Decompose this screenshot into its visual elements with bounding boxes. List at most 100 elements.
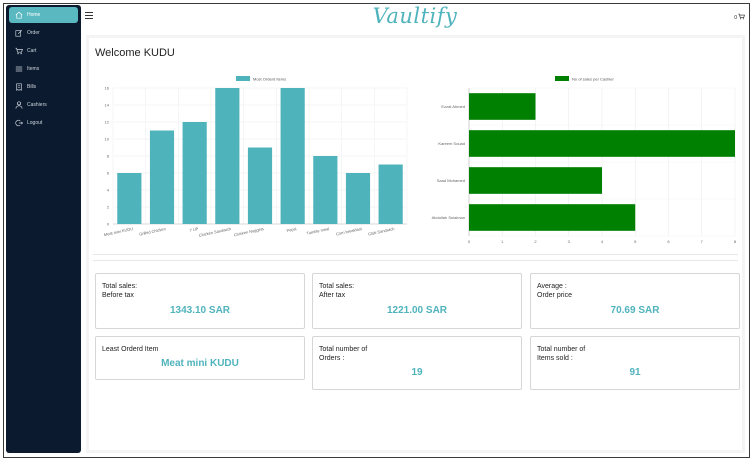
stat-value: Meat mini KUDU xyxy=(161,358,239,369)
x-tick-label: Club Sandwich xyxy=(368,226,395,236)
sidebar-item-label: Home xyxy=(27,12,41,18)
top-bar: Vaultify 0 xyxy=(81,4,749,31)
sidebar-nav: Home Order Cart Items Bills Cashiers Logout xyxy=(6,7,81,131)
sales-per-cashier-chart: No of sales per Cashier 0 1 2 3 4 5 6 7 8 Ezzat Ah… xyxy=(432,76,737,244)
cart-indicator[interactable]: 0 xyxy=(734,13,745,22)
stat-card-sales-after-tax: Total sales: After tax 1221.00 SAR xyxy=(312,273,522,329)
app-logo: Vaultify xyxy=(372,4,458,28)
chart-legend: No of sales per Cashier xyxy=(555,76,614,82)
bar xyxy=(280,88,305,224)
legend-swatch xyxy=(555,76,569,81)
x-tick-label: 8 xyxy=(734,239,737,244)
stat-value: 1221.00 SAR xyxy=(386,305,448,316)
cart-icon xyxy=(738,13,745,22)
y-tick-label: Ezzat Ahmed xyxy=(441,104,465,109)
x-tick-label: 0 xyxy=(468,239,471,244)
dashboard-card: Welcome KUDU Most Orderd Items 0 2 4 6 8 10 12 1… xyxy=(89,38,742,450)
legend-swatch xyxy=(236,76,250,81)
y-tick-label: Kareem Souad xyxy=(438,141,465,146)
x-tick-label: Chicken Nuggets xyxy=(233,226,264,237)
y-tick-label: 4 xyxy=(107,188,110,193)
stat-card-average-order-price: Average : Order price 70.69 SAR xyxy=(530,273,740,329)
stat-card-sales-before-tax: Total sales: Before tax 1343.10 SAR xyxy=(95,273,305,329)
stat-label: Least Orderd Item xyxy=(102,346,159,353)
sidebar-item-label: Cashiers xyxy=(27,102,47,108)
main-content: Welcome KUDU Most Orderd Items 0 2 4 6 8 10 12 1… xyxy=(86,35,745,453)
x-tick-label: 4 xyxy=(601,239,604,244)
x-tick-label: Corn breakfast xyxy=(336,226,364,237)
x-tick-label: Tumble meal xyxy=(306,226,330,236)
sidebar-item-logout[interactable]: Logout xyxy=(9,115,78,131)
bar xyxy=(117,173,142,224)
x-tick-label: 7 xyxy=(701,239,704,244)
y-tick-label: 0 xyxy=(107,222,110,227)
stat-label: Total sales: After tax xyxy=(319,283,355,299)
app-window: Home Order Cart Items Bills Cashiers Logout Va… xyxy=(3,3,750,458)
bar xyxy=(313,156,338,224)
x-tick-label: Grilled Chicken xyxy=(139,226,167,237)
stat-label: Total number of Items sold : xyxy=(537,346,586,362)
y-tick-label: 2 xyxy=(107,205,110,210)
bar xyxy=(378,164,403,224)
x-tick-label: 7 UP xyxy=(189,226,199,233)
sidebar-item-label: Logout xyxy=(27,120,43,126)
bar xyxy=(469,204,636,231)
y-tick-label: 12 xyxy=(105,120,110,125)
sidebar-item-bills[interactable]: Bills xyxy=(9,79,78,95)
bar xyxy=(469,130,735,157)
stat-card-least-ordered-item: Least Orderd Item Meat mini KUDU xyxy=(95,336,305,380)
x-tick-label: 5 xyxy=(634,239,637,244)
sidebar-item-label: Cart xyxy=(27,48,37,54)
cart-count: 0 xyxy=(734,14,737,21)
sidebar-item-label: Order xyxy=(27,30,40,36)
chart-legend: Most Orderd Items xyxy=(236,76,286,82)
sidebar-item-cashiers[interactable]: Cashiers xyxy=(9,97,78,113)
bar xyxy=(469,167,602,194)
legend-label: Most Orderd Items xyxy=(253,77,286,82)
divider xyxy=(93,254,738,255)
y-tick-label: 8 xyxy=(107,154,110,159)
y-tick-label: 6 xyxy=(107,171,110,176)
list-icon xyxy=(14,65,23,74)
stat-label: Average : Order price xyxy=(537,283,573,299)
bar xyxy=(149,130,175,224)
sidebar-item-order[interactable]: Order xyxy=(9,25,78,41)
cart-icon xyxy=(14,47,23,56)
y-tick-label: 16 xyxy=(105,86,110,91)
bar xyxy=(215,88,240,224)
stat-value: 91 xyxy=(629,367,641,378)
x-tick-label: Chicken Sandwich xyxy=(198,226,231,238)
x-tick-label: 2 xyxy=(534,239,537,244)
sidebar-item-cart[interactable]: Cart xyxy=(9,43,78,59)
stat-value: 19 xyxy=(411,367,423,378)
sidebar-item-label: Items xyxy=(27,66,40,72)
bar xyxy=(345,173,371,224)
x-tick-label: 1 xyxy=(501,239,504,244)
home-icon xyxy=(14,11,23,20)
x-tick-label: 6 xyxy=(667,239,670,244)
divider xyxy=(93,260,738,261)
sidebar-item-items[interactable]: Items xyxy=(9,61,78,77)
receipt-icon xyxy=(14,83,23,92)
bar xyxy=(247,147,273,224)
legend-label: No of sales per Cashier xyxy=(572,77,614,82)
sidebar-item-home[interactable]: Home xyxy=(9,7,78,23)
stat-value: 70.69 SAR xyxy=(610,305,660,316)
stat-card-items-sold: Total number of Items sold : 91 xyxy=(530,336,740,390)
x-tick-label: 3 xyxy=(568,239,571,244)
stat-label: Total sales: Before tax xyxy=(102,283,138,299)
y-tick-label: Saad Mohamed xyxy=(437,178,465,183)
sidebar-item-label: Bills xyxy=(27,84,37,90)
stat-card-total-orders: Total number of Orders : 19 xyxy=(312,336,522,390)
bar xyxy=(469,93,536,120)
bar xyxy=(182,122,207,224)
most-ordered-items-chart: Most Orderd Items 0 2 4 6 8 10 12 14 16 Meat mini … xyxy=(103,76,408,238)
x-tick-label: Meat mini KUDU xyxy=(103,226,133,237)
user-icon xyxy=(14,101,23,110)
y-tick-label: Abdullah Sulaiman xyxy=(432,215,465,220)
y-tick-label: 10 xyxy=(105,137,110,142)
stat-label: Total number of Orders : xyxy=(319,346,368,362)
sidebar: Home Order Cart Items Bills Cashiers Logout xyxy=(6,5,81,453)
page-title: Welcome KUDU xyxy=(95,47,175,59)
stat-value: 1343.10 SAR xyxy=(169,305,231,316)
